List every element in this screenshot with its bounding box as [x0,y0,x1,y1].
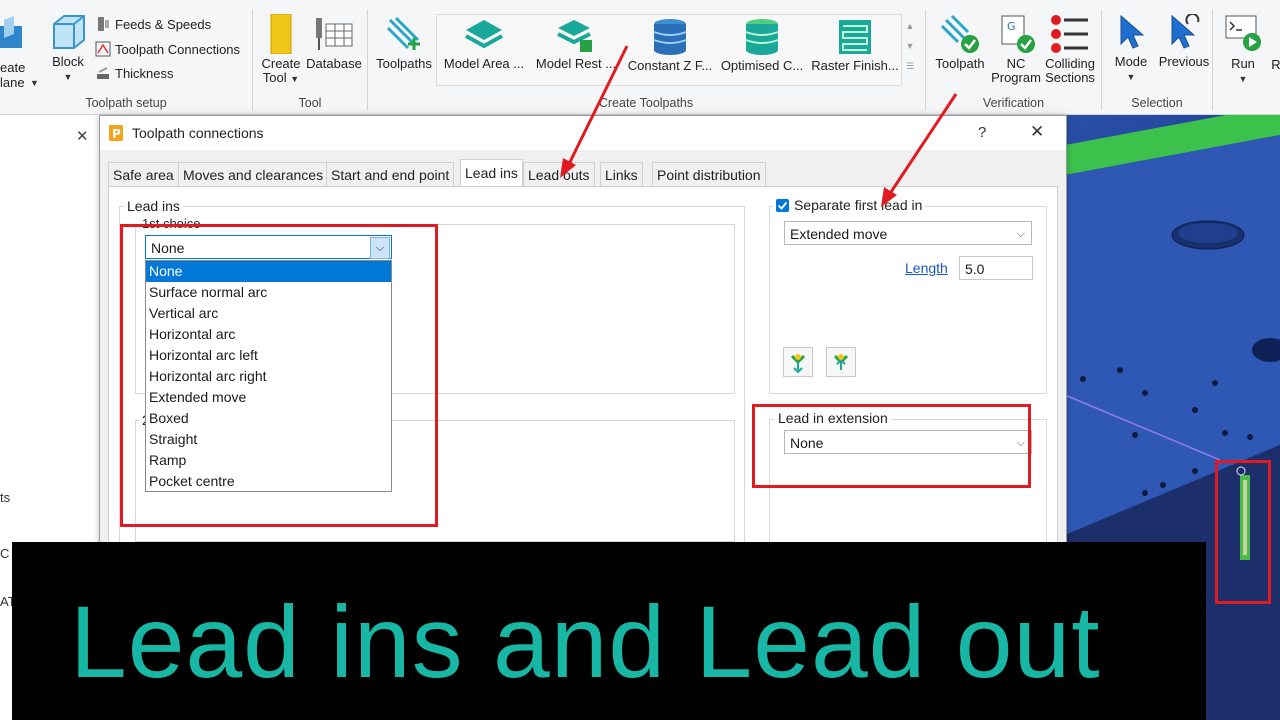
arrow-to-lead-outs-tab [560,45,629,178]
explorer-text-fragment: AT [0,594,12,609]
arrow-to-separate-first-lead-in [881,93,958,207]
banner-title: Lead ins and Lead out [70,585,1101,699]
explorer-text-fragment: C [0,546,12,561]
